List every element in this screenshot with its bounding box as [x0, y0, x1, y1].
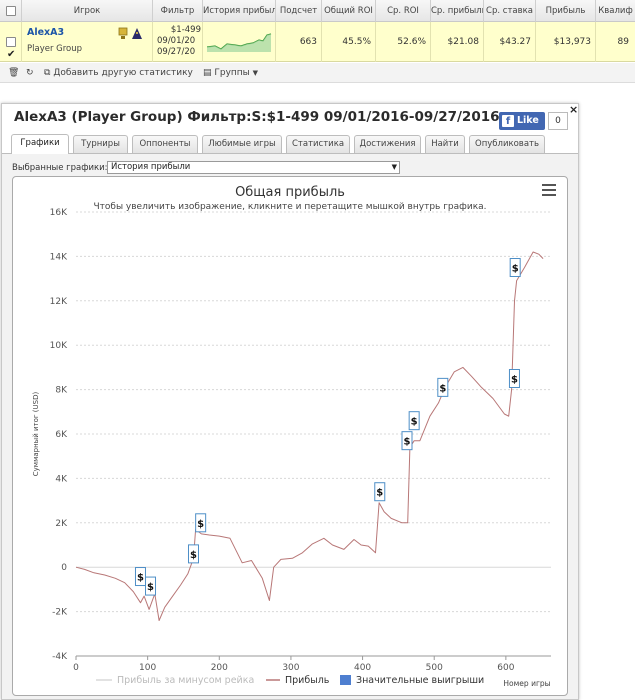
trash-icon[interactable]: 🗑 [8, 66, 19, 80]
selected-charts-value: История прибыли [111, 162, 191, 172]
groups-label: Группы [214, 68, 250, 78]
col-header-filter[interactable]: Фильтр [153, 0, 203, 22]
profit-cell: $13,973 [536, 22, 596, 62]
table-header-row: Игрок Фильтр История прибыль Подсчет Общ… [0, 0, 635, 22]
tab-achievements[interactable]: Достижения [354, 135, 421, 153]
row-select-cell [0, 22, 22, 62]
table-toolbar: 🗑 ↻ ⧉ Добавить другую статистику ▤ Групп… [0, 63, 635, 83]
col-header-avg-roi[interactable]: Ср. ROI [376, 0, 431, 22]
col-header-avg-stake[interactable]: Ср. ставка [484, 0, 536, 22]
tab-favorite-games[interactable]: Любимые игры [202, 135, 282, 153]
count-cell: 663 [276, 22, 322, 62]
table-row[interactable]: 663 45.5% 52.6% $21.08 $43.27 $13,973 89 [0, 22, 635, 62]
groups-button[interactable]: ▤ Группы ▼ [203, 66, 258, 80]
facebook-like-count: 0 [548, 112, 568, 130]
selected-charts-select[interactable]: История прибыли ▼ [107, 161, 400, 174]
add-stats-icon: ⧉ [44, 68, 51, 78]
total-roi-cell: 45.5% [322, 22, 376, 62]
chevron-down-icon: ▼ [252, 69, 259, 77]
row-checkbox[interactable] [6, 35, 16, 62]
close-icon[interactable]: × [569, 103, 578, 116]
col-header-qual[interactable]: Квалиф [596, 0, 635, 22]
player-graph-panel: AlexA3 (Player Group) Фильтр:S:$1-499 09… [1, 103, 579, 700]
chevron-down-icon: ▼ [391, 163, 397, 171]
tab-opponents[interactable]: Оппоненты [132, 135, 198, 153]
groups-icon: ▤ [203, 68, 212, 78]
chart-menu-icon[interactable] [542, 184, 556, 199]
avg-profit-cell: $21.08 [431, 22, 484, 62]
select-all-cell [0, 0, 22, 22]
col-header-player[interactable]: Игрок [22, 0, 153, 22]
avg-stake-cell: $43.27 [484, 22, 536, 62]
panel-title: AlexA3 (Player Group) Фильтр:S:$1-499 09… [14, 109, 500, 125]
refresh-icon[interactable]: ↻ [26, 66, 34, 80]
facebook-like-label: Like [517, 115, 539, 126]
tab-publish[interactable]: Опубликовать [469, 135, 545, 153]
player-name-link[interactable]: AlexA3 [27, 27, 64, 38]
select-all-checkbox[interactable] [6, 6, 16, 16]
chart-container[interactable] [12, 176, 568, 696]
player-badge-icons [118, 27, 142, 39]
facebook-like-button[interactable]: f Like [499, 112, 545, 130]
sparkline-cell [203, 22, 276, 62]
filter-date-to: 09/27/20 [157, 47, 196, 57]
tab-tournaments[interactable]: Турниры [73, 135, 128, 153]
filter-values: $1-499 09/01/20 09/27/20 [157, 25, 201, 58]
col-header-total-roi[interactable]: Общий ROI [322, 0, 376, 22]
player-group: Player Group [27, 44, 83, 54]
trophy-icon [118, 27, 128, 39]
avg-roi-cell: 52.6% [376, 22, 431, 62]
col-header-avg-profit[interactable]: Ср. прибыль [431, 0, 484, 22]
col-header-count[interactable]: Подсчет [276, 0, 322, 22]
wizard-hat-icon [132, 28, 142, 39]
col-header-profit-history[interactable]: История прибыль [203, 0, 276, 22]
filter-date-from: 09/01/20 [157, 36, 196, 46]
add-stats-label: Добавить другую статистику [53, 68, 193, 78]
selected-charts-label: Выбранные графики: [12, 163, 108, 173]
col-header-profit[interactable]: Прибыль [536, 0, 596, 22]
tab-statistics[interactable]: Статистика [286, 135, 350, 153]
profit-sparkline [207, 33, 272, 52]
qual-cell: 89 [617, 37, 629, 47]
facebook-icon: f [502, 115, 514, 127]
filter-stake: $1-499 [170, 25, 201, 35]
tab-search[interactable]: Найти [425, 135, 465, 153]
add-stats-button[interactable]: ⧉ Добавить другую статистику [44, 66, 193, 80]
tab-charts[interactable]: Графики [11, 134, 69, 154]
